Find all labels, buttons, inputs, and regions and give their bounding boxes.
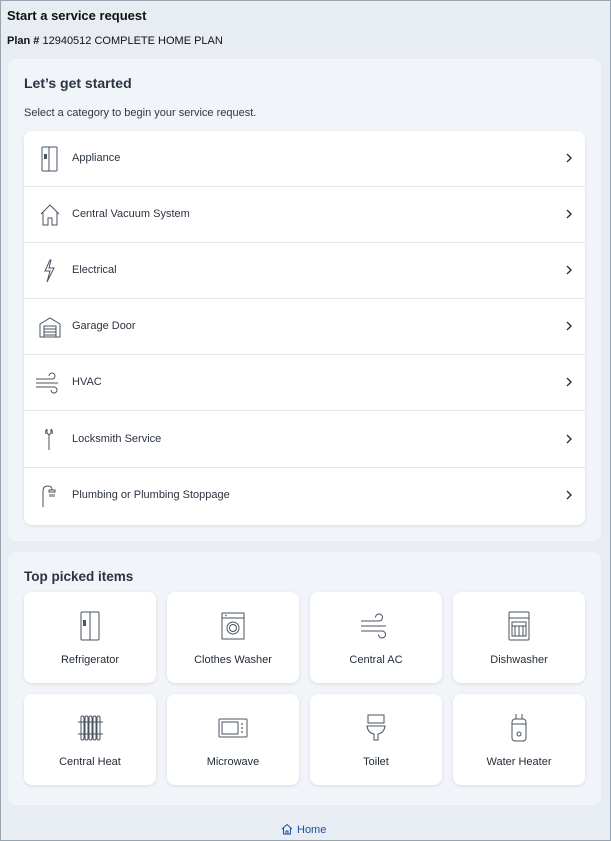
category-item-hvac[interactable]: HVAC	[24, 355, 585, 411]
category-label: Plumbing or Plumbing Stoppage	[72, 489, 230, 501]
plan-number: Plan # 12940512 COMPLETE HOME PLAN	[7, 35, 223, 47]
tile-label: Clothes Washer	[194, 654, 272, 666]
tile-toilet[interactable]: Toilet	[310, 694, 442, 785]
tile-clothes-washer[interactable]: Clothes Washer	[167, 592, 299, 683]
wind-icon	[34, 370, 64, 396]
category-label: Locksmith Service	[72, 433, 162, 445]
home-label: Home	[297, 824, 327, 836]
home-link[interactable]: Home	[281, 823, 326, 836]
tile-central-heat[interactable]: Central Heat	[24, 694, 156, 785]
tile-label: Microwave	[206, 756, 260, 768]
tile-label: Central Heat	[59, 756, 121, 768]
shower-icon	[38, 483, 62, 509]
wind-icon	[359, 610, 393, 642]
category-label: Garage Door	[72, 320, 136, 332]
category-list: Appliance Central Vacuum System Electric…	[24, 131, 585, 525]
plan-value: 12940512 COMPLETE HOME PLAN	[42, 35, 223, 47]
tile-label: Central AC	[349, 654, 403, 666]
tile-label: Dishwasher	[490, 654, 548, 666]
water-heater-icon	[505, 712, 533, 744]
tile-label: Water Heater	[486, 756, 552, 768]
top-picked-card: Top picked items Refrigerator Clothes Wa…	[8, 552, 601, 805]
tile-microwave[interactable]: Microwave	[167, 694, 299, 785]
chevron-right-icon	[565, 263, 573, 277]
plan-label: Plan #	[7, 35, 40, 47]
dishwasher-icon	[505, 610, 533, 642]
get-started-card: Let’s get started Select a category to b…	[8, 59, 601, 541]
house-icon	[38, 202, 62, 228]
category-item-locksmith[interactable]: Locksmith Service	[24, 412, 585, 468]
tile-dishwasher[interactable]: Dishwasher	[453, 592, 585, 683]
home-icon	[281, 823, 293, 835]
tile-label: Refrigerator	[60, 654, 120, 666]
category-label: HVAC	[72, 376, 102, 388]
category-item-central-vacuum[interactable]: Central Vacuum System	[24, 187, 585, 243]
category-item-garage-door[interactable]: Garage Door	[24, 299, 585, 355]
tile-refrigerator[interactable]: Refrigerator	[24, 592, 156, 683]
microwave-icon	[217, 712, 249, 744]
chevron-right-icon	[565, 432, 573, 446]
refrigerator-icon	[76, 610, 104, 642]
get-started-subheading: Select a category to begin your service …	[24, 107, 257, 119]
category-item-electrical[interactable]: Electrical	[24, 243, 585, 299]
category-label: Appliance	[72, 152, 121, 164]
page-title: Start a service request	[7, 8, 147, 23]
tile-label: Toilet	[363, 756, 389, 768]
lightning-icon	[38, 258, 62, 284]
refrigerator-icon	[38, 146, 62, 172]
chevron-right-icon	[565, 207, 573, 221]
chevron-right-icon	[565, 375, 573, 389]
top-picked-heading: Top picked items	[24, 569, 134, 584]
category-label: Central Vacuum System	[72, 208, 190, 220]
category-item-appliance[interactable]: Appliance	[24, 131, 585, 187]
garage-icon	[38, 314, 62, 340]
tile-water-heater[interactable]: Water Heater	[453, 694, 585, 785]
washer-icon	[219, 610, 247, 642]
tile-central-ac[interactable]: Central AC	[310, 592, 442, 683]
chevron-right-icon	[565, 488, 573, 502]
category-label: Electrical	[72, 264, 117, 276]
chevron-right-icon	[565, 319, 573, 333]
category-item-plumbing[interactable]: Plumbing or Plumbing Stoppage	[24, 468, 585, 524]
radiator-icon	[76, 712, 104, 744]
chevron-right-icon	[565, 151, 573, 165]
toilet-icon	[362, 712, 390, 744]
wrench-icon	[38, 427, 62, 453]
get-started-heading: Let’s get started	[24, 75, 132, 91]
